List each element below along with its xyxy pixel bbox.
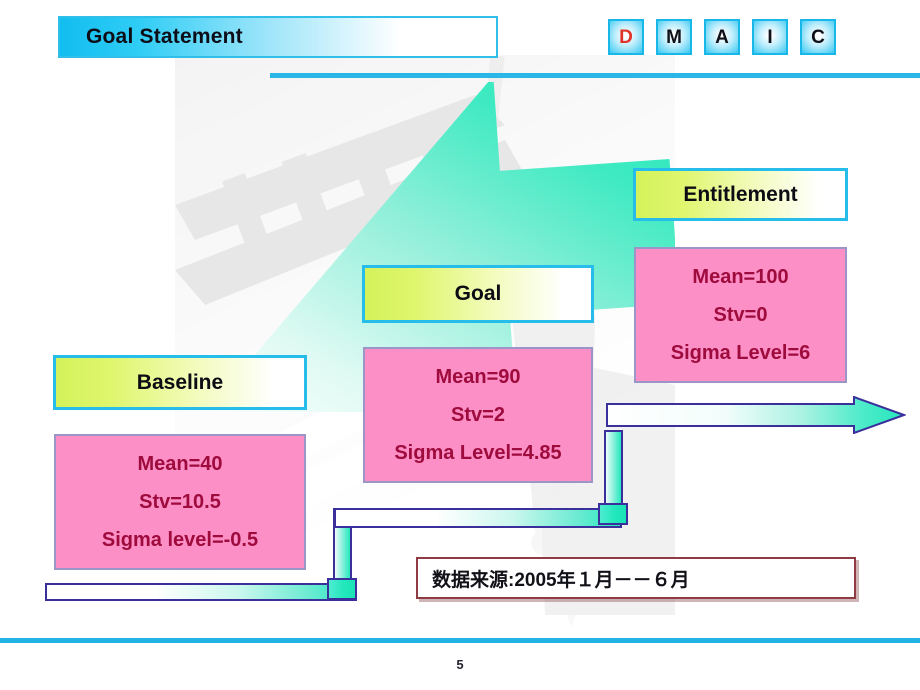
entitlement-stv: Stv=0 <box>713 304 768 326</box>
footer-divider <box>0 638 920 643</box>
entitlement-mean: Mean=100 <box>692 266 789 288</box>
connector-goal-riser <box>604 430 623 510</box>
page-title: Goal Statement <box>86 25 243 48</box>
stage-header-goal-label: Goal <box>454 282 502 305</box>
header-divider <box>270 73 920 78</box>
dmaic-cell-define[interactable]: D <box>608 19 644 55</box>
connector-goal-horizontal <box>334 508 622 528</box>
stat-box-goal: Mean=90 Stv=2 Sigma Level=4.85 <box>363 347 593 483</box>
stat-box-baseline: Mean=40 Stv=10.5 Sigma level=-0.5 <box>54 434 306 570</box>
data-source-text: 数据来源:2005年１月－－６月 <box>432 569 690 591</box>
stage-header-entitlement: Entitlement <box>633 168 848 221</box>
baseline-mean: Mean=40 <box>137 453 223 475</box>
goal-stv: Stv=2 <box>451 404 505 426</box>
goal-mean: Mean=90 <box>435 366 521 388</box>
data-source-note: 数据来源:2005年１月－－６月 <box>416 557 856 599</box>
dmaic-cell-measure[interactable]: M <box>656 19 692 55</box>
stage-header-baseline-label: Baseline <box>136 370 224 394</box>
stage-header-baseline: Baseline <box>53 355 307 410</box>
slide-title-bar: Goal Statement <box>58 16 498 58</box>
dmaic-cell-control[interactable]: C <box>800 19 836 55</box>
dmaic-cell-analyze[interactable]: A <box>704 19 740 55</box>
entitlement-target-arrow <box>606 395 907 435</box>
goal-sigma: Sigma Level=4.85 <box>394 442 562 464</box>
connector-baseline-horizontal <box>45 583 357 601</box>
connector-baseline-cap <box>327 578 357 600</box>
baseline-sigma: Sigma level=-0.5 <box>101 529 259 551</box>
stage-header-entitlement-label: Entitlement <box>683 182 798 206</box>
entitlement-sigma: Sigma Level=6 <box>670 342 811 364</box>
connector-goal-cap <box>598 503 628 525</box>
dmaic-phase-indicator[interactable]: D M A I C <box>608 19 836 55</box>
baseline-stv: Stv=10.5 <box>139 491 221 513</box>
stat-box-entitlement: Mean=100 Stv=0 Sigma Level=6 <box>634 247 847 383</box>
slide-canvas: Goal Statement D M A I C Entitlement Mea… <box>0 0 920 690</box>
stage-header-goal: Goal <box>362 265 594 323</box>
dmaic-cell-improve[interactable]: I <box>752 19 788 55</box>
page-number: 5 <box>456 657 464 672</box>
